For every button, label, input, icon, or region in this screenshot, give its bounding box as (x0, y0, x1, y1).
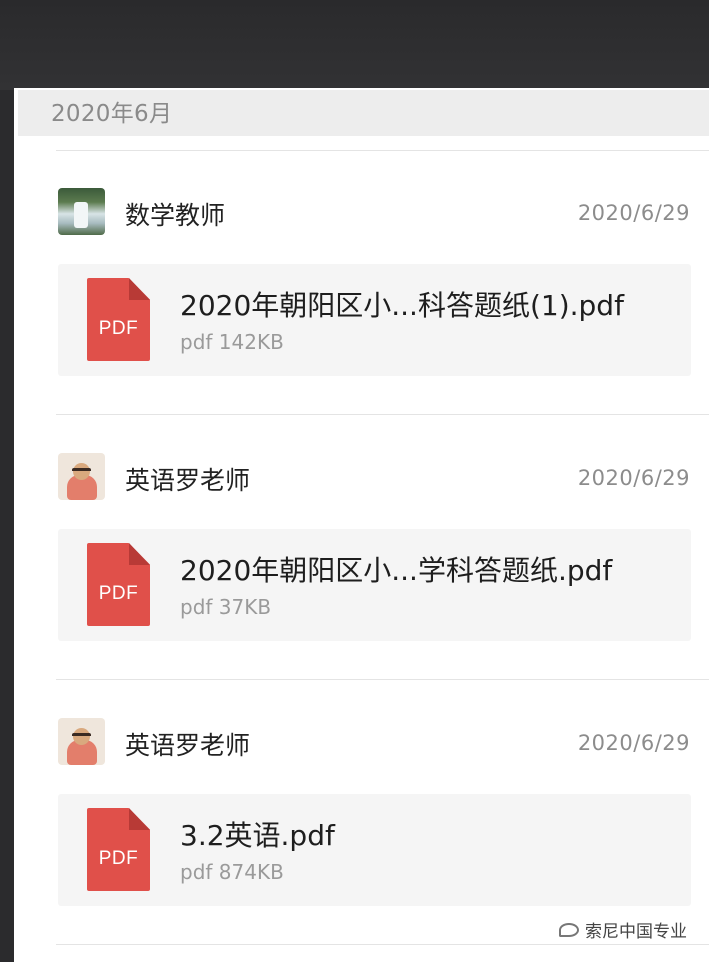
divider (56, 150, 709, 151)
avatar-glasses (72, 733, 91, 738)
file-name: 3.2英语.pdf (180, 819, 335, 852)
month-label: 2020年6月 (51, 101, 173, 127)
sender-name: 英语罗老师 (125, 466, 251, 495)
pdf-fold-corner (129, 808, 150, 830)
message-date: 2020/6/29 (577, 731, 690, 755)
sender-avatar[interactable] (58, 188, 105, 235)
file-name: 2020年朝阳区小...科答题纸(1).pdf (180, 289, 624, 322)
pdf-icon-label: PDF (98, 318, 139, 339)
divider (56, 944, 709, 945)
wechat-logo-icon (559, 922, 579, 937)
pdf-icon-label: PDF (98, 848, 139, 869)
waterfall-image (74, 202, 88, 228)
message-date: 2020/6/29 (577, 466, 690, 490)
watermark: 索尼中国专业 (559, 917, 687, 942)
divider (56, 679, 709, 680)
sender-name: 英语罗老师 (125, 731, 251, 760)
sender-name: 数学教师 (125, 201, 226, 230)
file-meta: pdf 37KB (180, 595, 272, 619)
message-date: 2020/6/29 (577, 201, 690, 225)
file-meta: pdf 874KB (180, 860, 284, 884)
file-card[interactable]: PDF 2020年朝阳区小...学科答题纸.pdf pdf 37KB (58, 529, 691, 641)
pdf-fold-corner (129, 543, 150, 565)
sender-avatar[interactable] (58, 453, 105, 500)
divider (56, 414, 709, 415)
file-card[interactable]: PDF 3.2英语.pdf pdf 874KB (58, 794, 691, 906)
file-meta: pdf 142KB (180, 330, 284, 354)
sender-avatar[interactable] (58, 718, 105, 765)
avatar-glasses (72, 468, 91, 473)
file-card[interactable]: PDF 2020年朝阳区小...科答题纸(1).pdf pdf 142KB (58, 264, 691, 376)
file-name: 2020年朝阳区小...学科答题纸.pdf (180, 554, 613, 587)
file-list-panel: 2020年6月 数学教师 2020/6/29 PDF 2020年朝阳区小...科… (18, 88, 709, 962)
month-section-header: 2020年6月 (18, 90, 709, 136)
dark-background-top (0, 0, 709, 90)
pdf-fold-corner (129, 278, 150, 300)
pdf-icon-label: PDF (98, 583, 139, 604)
watermark-text: 索尼中国专业 (585, 922, 687, 942)
